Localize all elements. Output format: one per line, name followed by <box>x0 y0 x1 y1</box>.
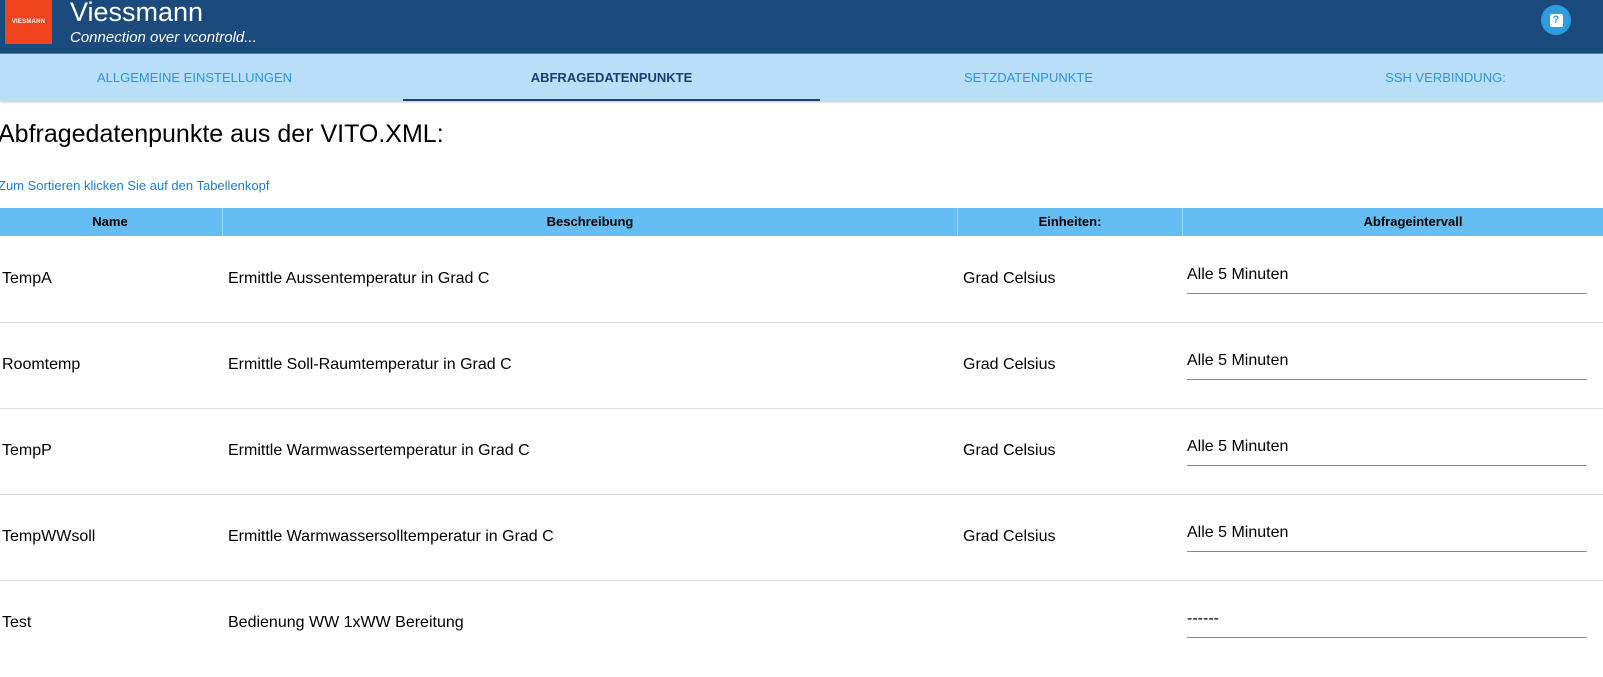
cell-unit: Grad Celsius <box>963 442 1056 459</box>
app-header: VIESMANN Viessmann Connection over vcont… <box>0 0 1603 54</box>
interval-select[interactable]: Alle 5 Minuten <box>1187 351 1587 380</box>
column-header-interval[interactable]: Abfrageintervall <box>1183 208 1603 236</box>
table-row: TempWWsoll Ermittle Warmwassersolltemper… <box>0 494 1603 581</box>
cell-description: Ermittle Aussentemperatur in Grad C <box>228 270 490 287</box>
tab-ssh-verbindung[interactable]: SSH VERBINDUNG: <box>1237 54 1603 101</box>
column-header-units[interactable]: Einheiten: <box>958 208 1182 236</box>
app-title: Viessmann <box>70 0 204 27</box>
cell-description: Ermittle Soll-Raumtemperatur in Grad C <box>228 356 512 373</box>
interval-select[interactable]: ------ <box>1187 609 1587 638</box>
help-icon: ? <box>1549 13 1563 27</box>
tab-abfragedatenpunkte[interactable]: ABFRAGEDATENPUNKTE <box>403 54 820 101</box>
help-button[interactable]: ? <box>1541 5 1571 35</box>
interval-select[interactable]: Alle 5 Minuten <box>1187 437 1587 466</box>
cell-description: Bedienung WW 1xWW Bereitung <box>228 614 464 631</box>
cell-name: Test <box>2 614 32 631</box>
viessmann-logo: VIESMANN <box>5 0 52 44</box>
cell-description: Ermittle Warmwassersolltemperatur in Gra… <box>228 528 554 545</box>
cell-description: Ermittle Warmwassertemperatur in Grad C <box>228 442 530 459</box>
cell-name: TempWWsoll <box>2 528 96 545</box>
sort-hint: Zum Sortieren klicken Sie auf den Tabell… <box>0 178 270 193</box>
cell-unit: Grad Celsius <box>963 270 1056 287</box>
page-title: Abfragedatenpunkte aus der VITO.XML: <box>0 120 444 148</box>
cell-unit: Grad Celsius <box>963 528 1056 545</box>
table-header: Name Beschreibung Einheiten: Abfrageinte… <box>0 208 1603 236</box>
cell-unit: Grad Celsius <box>963 356 1056 373</box>
table-row: Test Bedienung WW 1xWW Bereitung ------ <box>0 580 1603 666</box>
app-subtitle: Connection over vcontrold... <box>70 29 257 46</box>
table-row: TempA Ermittle Aussentemperatur in Grad … <box>0 236 1603 323</box>
interval-select[interactable]: Alle 5 Minuten <box>1187 523 1587 552</box>
column-header-name[interactable]: Name <box>0 208 220 236</box>
cell-name: Roomtemp <box>2 356 81 373</box>
tab-setzdatenpunkte[interactable]: SETZDATENPUNKTE <box>820 54 1237 101</box>
column-header-description[interactable]: Beschreibung <box>223 208 957 236</box>
cell-name: TempA <box>2 270 52 287</box>
interval-select[interactable]: Alle 5 Minuten <box>1187 265 1587 294</box>
tab-allgemeine-einstellungen[interactable]: ALLGEMEINE EINSTELLUNGEN <box>0 54 403 101</box>
cell-name: TempP <box>2 442 52 459</box>
table-row: Roomtemp Ermittle Soll-Raumtemperatur in… <box>0 322 1603 409</box>
tab-bar: ALLGEMEINE EINSTELLUNGEN ABFRAGEDATENPUN… <box>0 54 1603 101</box>
table-row: TempP Ermittle Warmwassertemperatur in G… <box>0 408 1603 495</box>
